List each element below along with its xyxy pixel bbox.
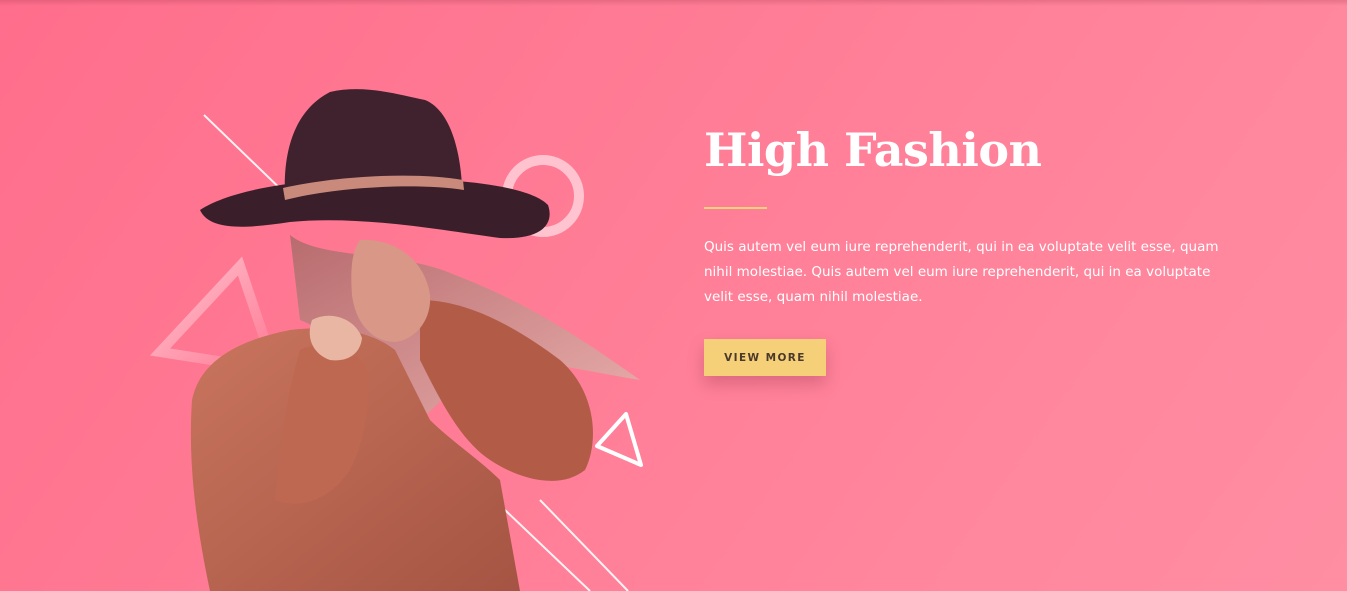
title-divider — [704, 207, 767, 209]
hero-content: High Fashion Quis autem vel eum iure rep… — [704, 112, 1244, 376]
hero-description: Quis autem vel eum iure reprehenderit, q… — [704, 239, 1219, 305]
triangle-decoration-icon — [595, 412, 643, 467]
hero-title: High Fashion — [704, 123, 1042, 177]
hero-illustration — [149, 89, 643, 591]
view-more-button[interactable]: VIEW MORE — [704, 339, 826, 376]
model-photo — [190, 89, 640, 591]
hero-section: High Fashion Quis autem vel eum iure rep… — [0, 0, 1347, 591]
